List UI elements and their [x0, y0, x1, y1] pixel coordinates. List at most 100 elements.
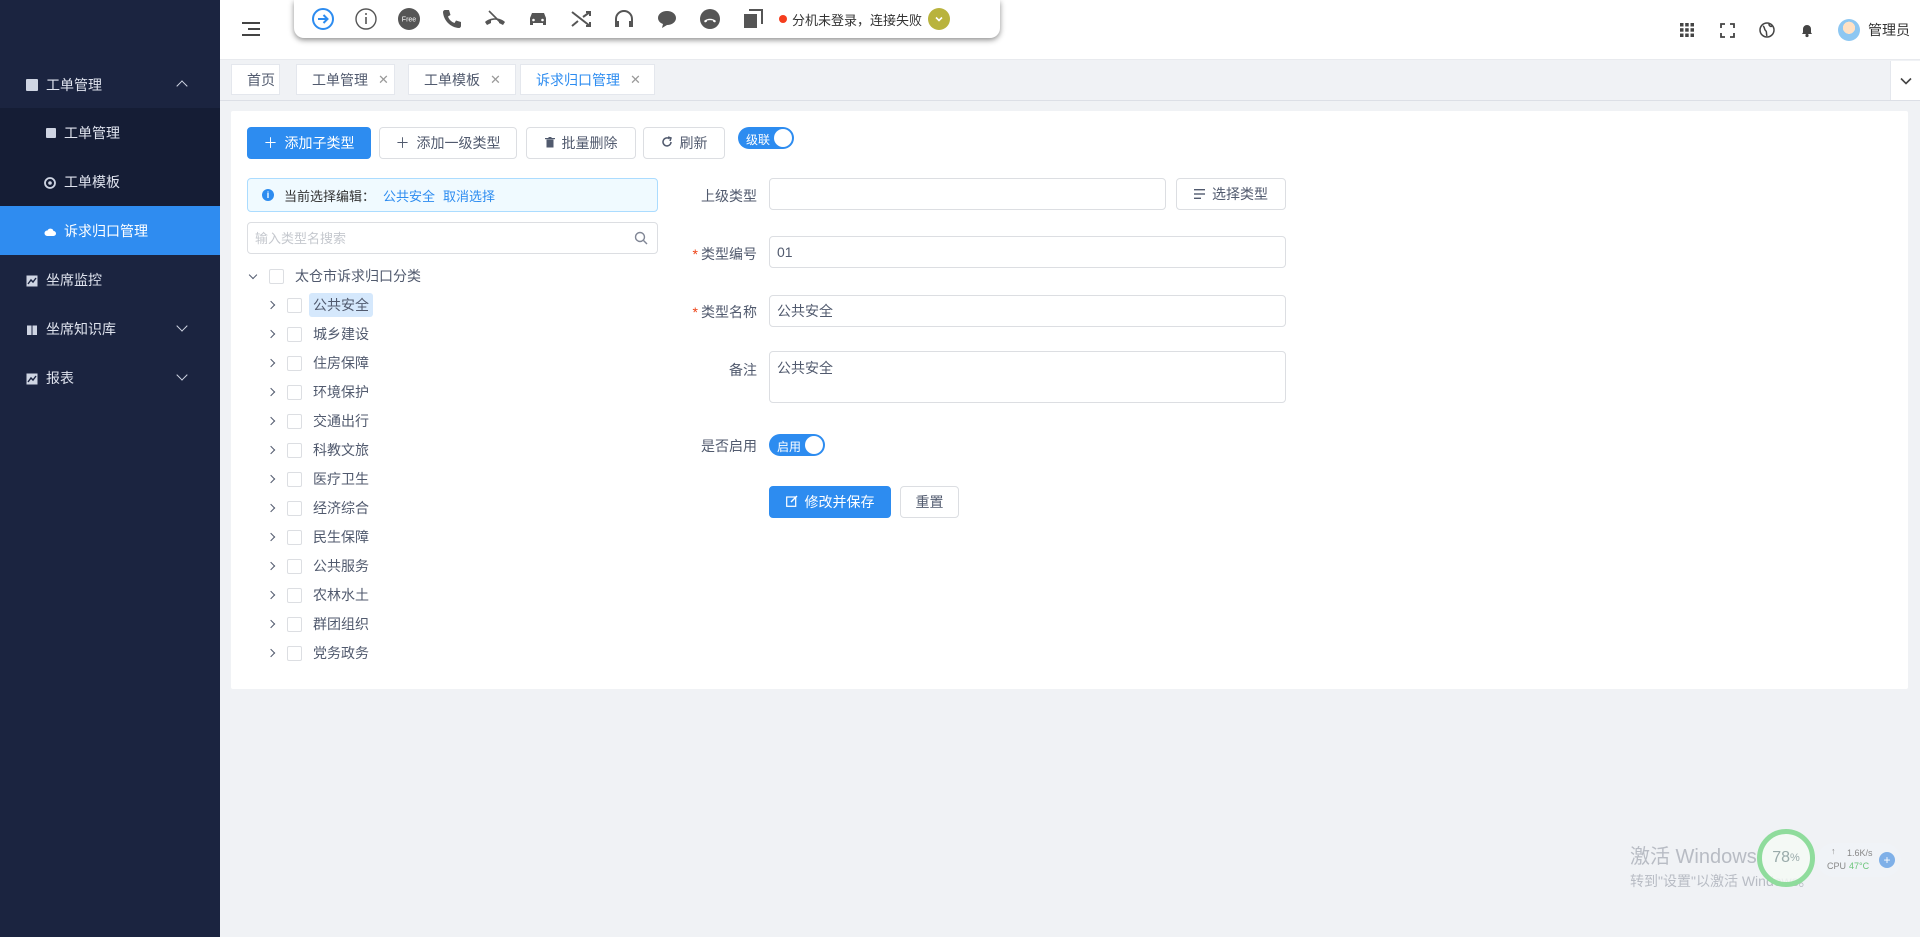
tree-checkbox[interactable]	[287, 384, 302, 400]
apps-grid-icon[interactable]	[1678, 21, 1696, 39]
chat-icon[interactable]	[654, 6, 680, 32]
tree-node-title[interactable]: 民生保障	[309, 525, 373, 549]
sidebar-item-agent-monitor[interactable]: 坐席监控	[0, 255, 220, 304]
chevron-right-icon[interactable]	[265, 444, 277, 456]
login-arrow-icon[interactable]	[310, 6, 336, 32]
headset-icon[interactable]	[611, 6, 637, 32]
search-icon[interactable]	[634, 231, 648, 248]
chevron-right-icon[interactable]	[265, 415, 277, 427]
close-icon[interactable]: ✕	[490, 72, 501, 88]
selected-type-link[interactable]: 公共安全	[383, 186, 435, 205]
tree-node-title[interactable]: 城乡建设	[309, 322, 373, 346]
car-icon[interactable]	[525, 6, 551, 32]
close-icon[interactable]: ✕	[378, 72, 389, 88]
avatar[interactable]	[1838, 19, 1860, 41]
sidebar-item-work-order-template[interactable]: 工单模板	[0, 157, 220, 206]
chevron-right-icon[interactable]	[265, 531, 277, 543]
chevron-right-icon[interactable]	[265, 328, 277, 340]
tree-node-title[interactable]: 环境保护	[309, 380, 373, 404]
add-top-type-button[interactable]: ＋ 添加一级类型	[379, 127, 517, 159]
close-icon[interactable]: ✕	[630, 72, 641, 88]
sidebar-item-work-order[interactable]: 工单管理	[0, 108, 220, 157]
copy-icon[interactable]	[740, 6, 766, 32]
select-type-button[interactable]: 选择类型	[1176, 178, 1286, 210]
chevron-right-icon[interactable]	[265, 299, 277, 311]
chevron-down-icon[interactable]	[928, 8, 951, 30]
chevron-right-icon[interactable]	[265, 618, 277, 630]
sidebar-item-reports[interactable]: 报表	[0, 353, 220, 402]
type-code-input[interactable]: 01	[769, 236, 1286, 268]
hold-icon[interactable]	[697, 6, 723, 32]
tree-checkbox[interactable]	[287, 413, 302, 429]
tree-node-title[interactable]: 群团组织	[309, 612, 373, 636]
tree-node: 党务政务	[265, 641, 373, 665]
tree-node-title[interactable]: 科教文旅	[309, 438, 373, 462]
user-name[interactable]: 管理员	[1868, 20, 1910, 40]
tree-checkbox[interactable]	[287, 442, 302, 458]
phone-icon[interactable]	[439, 6, 465, 32]
tree-node-title[interactable]: 经济综合	[309, 496, 373, 520]
transfer-icon[interactable]	[568, 6, 594, 32]
tree-checkbox[interactable]	[287, 297, 302, 313]
parent-type-input[interactable]	[769, 178, 1166, 210]
type-name-input[interactable]: 公共安全	[769, 295, 1286, 327]
tabs-more-chevron-down-icon[interactable]	[1890, 61, 1920, 100]
menu-collapse-icon[interactable]	[242, 22, 260, 38]
sidebar-item-knowledge-base[interactable]: 坐席知识库	[0, 304, 220, 353]
plus-icon[interactable]: +	[1879, 852, 1895, 868]
remark-textarea[interactable]: 公共安全	[769, 351, 1286, 403]
cascade-switch[interactable]: 级联	[738, 127, 794, 149]
tree-node-title[interactable]: 交通出行	[309, 409, 373, 433]
sidebar-item-complaint-category[interactable]: 诉求归口管理	[0, 206, 220, 255]
chevron-down-icon[interactable]	[247, 270, 259, 282]
tree-node-title[interactable]: 住房保障	[309, 351, 373, 375]
tab-complaint-category[interactable]: 诉求归口管理 ✕	[520, 64, 655, 95]
info-icon[interactable]	[353, 6, 379, 32]
system-monitor-widget[interactable]: 78% ↑ 1.6K/s CPU 47°C +	[1757, 829, 1902, 889]
tab-home[interactable]: 首页	[231, 64, 280, 95]
chevron-right-icon[interactable]	[265, 502, 277, 514]
free-icon[interactable]: Free	[396, 6, 422, 32]
tree-node-title[interactable]: 公共安全	[309, 293, 373, 317]
chevron-right-icon[interactable]	[265, 647, 277, 659]
tree-node-title[interactable]: 农林水土	[309, 583, 373, 607]
tree-checkbox[interactable]	[287, 471, 302, 487]
tree-node-title[interactable]: 医疗卫生	[309, 467, 373, 491]
add-child-type-button[interactable]: ＋ 添加子类型	[247, 127, 371, 159]
tree-node-title[interactable]: 公共服务	[309, 554, 373, 578]
sidebar-item-work-order-group[interactable]: 工单管理	[0, 60, 220, 109]
tab-work-order[interactable]: 工单管理 ✕	[296, 64, 395, 95]
tree-checkbox[interactable]	[287, 558, 302, 574]
chevron-right-icon[interactable]	[265, 386, 277, 398]
fullscreen-icon[interactable]	[1718, 21, 1736, 39]
globe-icon[interactable]	[1758, 21, 1776, 39]
tree-root-title[interactable]: 太仓市诉求归口分类	[291, 264, 425, 288]
tree-node: 公共安全	[265, 293, 373, 317]
bell-icon[interactable]	[1798, 21, 1816, 39]
tree-search-input[interactable]	[248, 223, 618, 253]
tree-node-title[interactable]: 党务政务	[309, 641, 373, 665]
plus-icon: ＋	[263, 135, 278, 151]
chevron-right-icon[interactable]	[265, 560, 277, 572]
refresh-button[interactable]: 刷新	[643, 127, 725, 159]
reset-button[interactable]: 重置	[900, 486, 959, 518]
tree-checkbox[interactable]	[287, 355, 302, 371]
tree-checkbox[interactable]	[287, 326, 302, 342]
tab-work-order-template[interactable]: 工单模板 ✕	[408, 64, 516, 95]
batch-delete-button[interactable]: 批量删除	[526, 127, 636, 159]
tree-checkbox[interactable]	[287, 587, 302, 603]
tree-checkbox[interactable]	[287, 645, 302, 661]
cancel-selection-link[interactable]: 取消选择	[443, 186, 495, 205]
tree-checkbox[interactable]	[287, 500, 302, 516]
tree-checkbox[interactable]	[287, 616, 302, 632]
enabled-switch[interactable]: 启用	[769, 434, 825, 456]
chevron-right-icon[interactable]	[265, 473, 277, 485]
chevron-right-icon[interactable]	[265, 589, 277, 601]
hangup-icon[interactable]	[482, 6, 508, 32]
tree-checkbox[interactable]	[269, 268, 284, 284]
chevron-right-icon[interactable]	[265, 357, 277, 369]
tree-checkbox[interactable]	[287, 529, 302, 545]
chart-icon	[26, 274, 38, 286]
tree-search-box	[247, 222, 658, 254]
save-changes-button[interactable]: 修改并保存	[769, 486, 891, 518]
